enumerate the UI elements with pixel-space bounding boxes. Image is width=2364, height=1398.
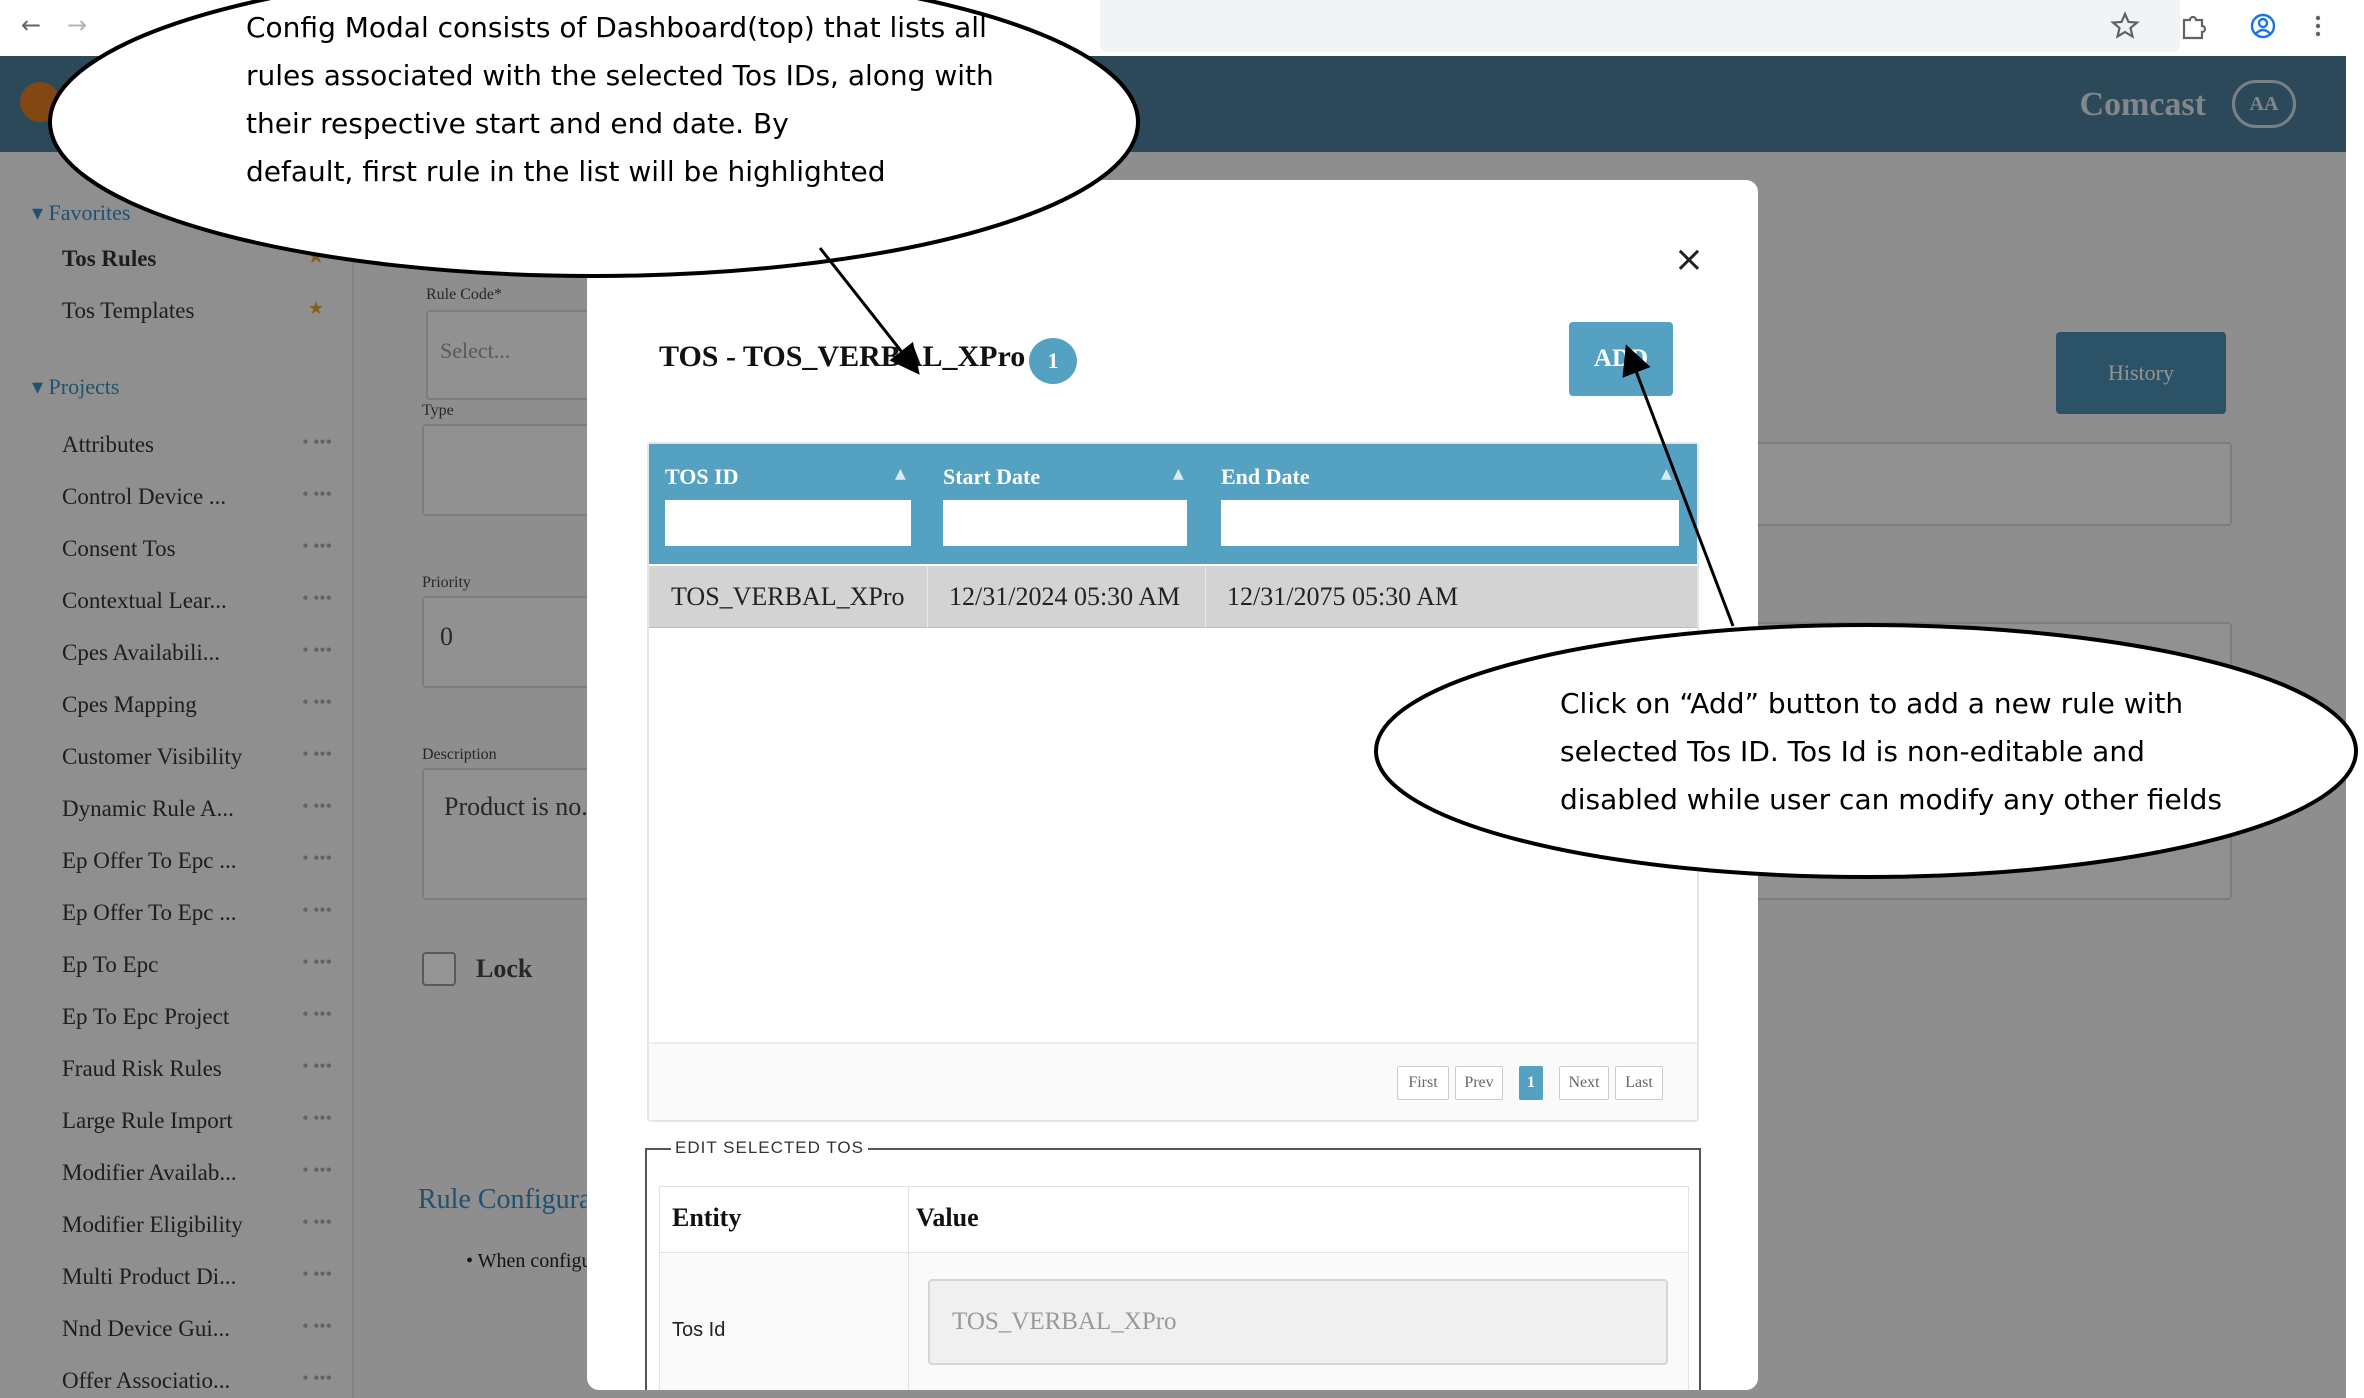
grid-header: TOS ID ▲ Start Date ▲ End Date ▲ — [649, 444, 1697, 564]
pager-first-button[interactable]: First — [1397, 1066, 1449, 1100]
column-header-start-date[interactable]: Start Date — [943, 464, 1040, 490]
tos-rules-grid: TOS ID ▲ Start Date ▲ End Date ▲ TOS_VER… — [647, 442, 1699, 1122]
modal-title: TOS - TOS_VERBAL_XPro — [659, 340, 1026, 373]
tos-id-label: Tos Id — [672, 1319, 726, 1341]
pager-prev-button[interactable]: Prev — [1455, 1066, 1503, 1100]
more-menu-icon[interactable] — [2300, 8, 2336, 44]
filter-input-end-date[interactable] — [1221, 500, 1679, 546]
filter-input-start-date[interactable] — [943, 500, 1187, 546]
table-row: Tos Id — [660, 1253, 1688, 1390]
top-callout-text: Config Modal consists of Dashboard(top) … — [246, 11, 994, 188]
back-icon[interactable]: ← — [16, 10, 46, 40]
count-badge: 1 — [1029, 338, 1077, 384]
close-icon[interactable]: × — [1669, 240, 1709, 280]
extensions-icon[interactable] — [2175, 8, 2211, 44]
table-row[interactable]: TOS_VERBAL_XPro 12/31/2024 05:30 AM 12/3… — [649, 566, 1697, 628]
value-column-header: Value — [916, 1203, 979, 1232]
sort-asc-icon[interactable]: ▲ — [1173, 466, 1184, 482]
edit-selected-tos-panel: EDIT SELECTED TOS Entity Value Tos Id — [645, 1138, 1701, 1390]
right-callout-text: Click on “Add” button to add a new rule … — [1560, 687, 2222, 816]
sort-asc-icon[interactable]: ▲ — [895, 466, 906, 482]
profile-icon[interactable] — [2245, 8, 2281, 44]
star-icon[interactable] — [2107, 8, 2143, 44]
address-bar[interactable] — [1100, 0, 2180, 52]
pager-next-button[interactable]: Next — [1559, 1066, 1609, 1100]
cell-start-date: 12/31/2024 05:30 AM — [949, 582, 1181, 611]
entity-column-header: Entity — [672, 1203, 742, 1232]
pager-page-1-button[interactable]: 1 — [1519, 1066, 1543, 1100]
column-header-end-date[interactable]: End Date — [1221, 464, 1310, 490]
column-header-tos-id[interactable]: TOS ID — [665, 464, 739, 490]
edit-panel-legend: EDIT SELECTED TOS — [671, 1138, 868, 1158]
tos-id-input — [928, 1279, 1668, 1365]
edit-table: Entity Value Tos Id — [659, 1186, 1689, 1390]
add-button[interactable]: ADD — [1569, 322, 1673, 396]
edit-table-header: Entity Value — [660, 1187, 1688, 1253]
forward-icon[interactable]: → — [62, 10, 92, 40]
cell-tos-id: TOS_VERBAL_XPro — [671, 582, 905, 611]
pager-last-button[interactable]: Last — [1615, 1066, 1663, 1100]
cell-end-date: 12/31/2075 05:30 AM — [1227, 582, 1459, 611]
sort-asc-icon[interactable]: ▲ — [1661, 466, 1672, 482]
pagination: First Prev 1 Next Last — [649, 1042, 1697, 1120]
filter-input-tos-id[interactable] — [665, 500, 911, 546]
